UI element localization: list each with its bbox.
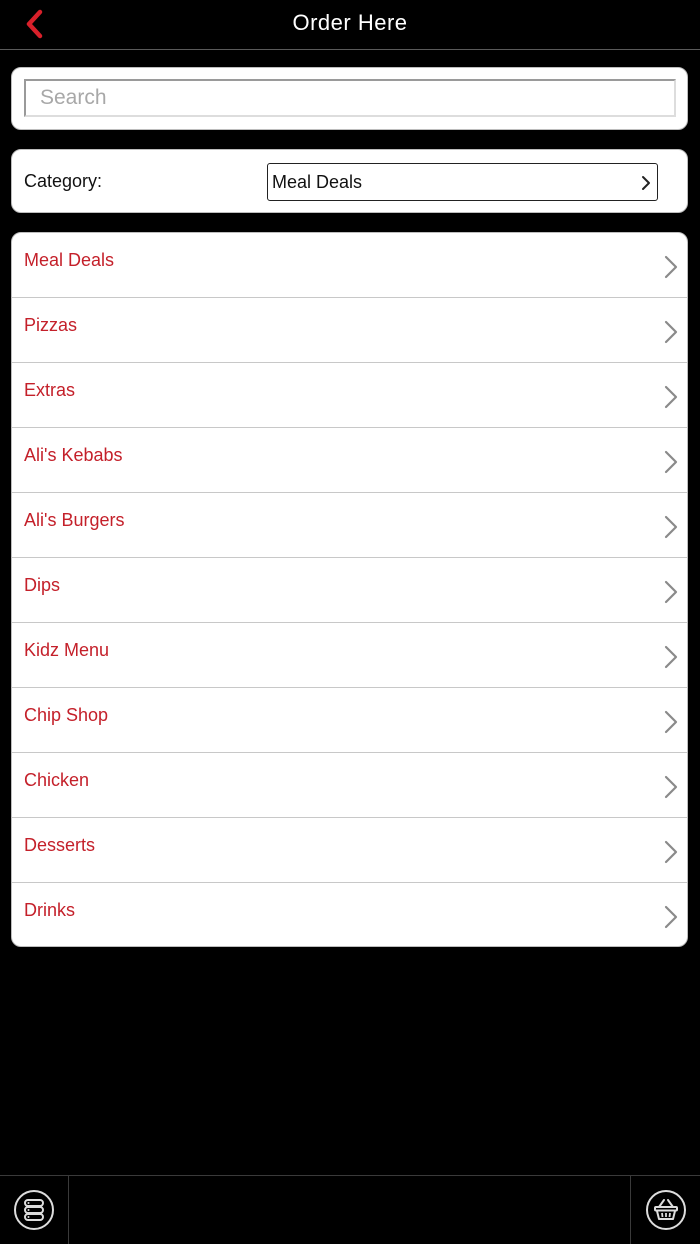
- list-item[interactable]: Meal Deals: [12, 233, 687, 298]
- page-title: Order Here: [292, 10, 408, 35]
- chevron-right-icon: [664, 775, 678, 799]
- basket-button[interactable]: [630, 1176, 700, 1244]
- list-item-label: Dips: [24, 575, 61, 595]
- search-input[interactable]: [24, 79, 676, 117]
- list-item[interactable]: Chicken: [12, 753, 687, 818]
- list-item-label: Kidz Menu: [24, 640, 110, 660]
- chevron-right-icon: [664, 580, 678, 604]
- list-item[interactable]: Pizzas: [12, 298, 687, 363]
- list-item[interactable]: Kidz Menu: [12, 623, 687, 688]
- basket-icon: [645, 1190, 686, 1230]
- category-select[interactable]: Meal Deals: [267, 163, 658, 201]
- chevron-right-icon: [664, 645, 678, 669]
- list-item[interactable]: Extras: [12, 363, 687, 428]
- chevron-right-icon: [664, 320, 678, 344]
- list-item[interactable]: Drinks: [12, 883, 687, 946]
- list-item-label: Pizzas: [24, 315, 78, 335]
- chevron-right-icon: [664, 515, 678, 539]
- chevron-right-icon: [664, 385, 678, 409]
- header-bar: Order Here: [0, 0, 700, 50]
- list-item-label: Meal Deals: [24, 250, 115, 270]
- list-item-label: Drinks: [24, 900, 76, 920]
- category-label: Category:: [24, 171, 103, 191]
- list-item-label: Ali's Burgers: [24, 510, 125, 530]
- menu-button[interactable]: [0, 1176, 69, 1244]
- list-item[interactable]: Ali's Kebabs: [12, 428, 687, 493]
- menu-category-list: Meal Deals Pizzas Extras Ali's Kebabs Ali's …: [11, 232, 688, 947]
- list-item[interactable]: Ali's Burgers: [12, 493, 687, 558]
- chevron-right-icon: [664, 905, 678, 929]
- list-item[interactable]: Dips: [12, 558, 687, 623]
- chevron-right-icon: [664, 710, 678, 734]
- chevron-right-icon: [642, 176, 650, 190]
- list-item-label: Desserts: [24, 835, 96, 855]
- menu-list-icon: [14, 1190, 54, 1230]
- list-item[interactable]: Chip Shop: [12, 688, 687, 753]
- app-screen: Order Here Category: Meal Deals Meal Dea…: [0, 0, 700, 1244]
- chevron-right-icon: [664, 255, 678, 279]
- list-item-label: Ali's Kebabs: [24, 445, 123, 465]
- list-item-label: Extras: [24, 380, 76, 400]
- category-card: Category: Meal Deals: [11, 149, 688, 213]
- list-item[interactable]: Desserts: [12, 818, 687, 883]
- category-selected-value: Meal Deals: [272, 171, 363, 192]
- bottom-toolbar: [0, 1175, 700, 1244]
- search-card: [11, 67, 688, 130]
- chevron-right-icon: [664, 840, 678, 864]
- list-item-label: Chip Shop: [24, 705, 109, 725]
- list-item-label: Chicken: [24, 770, 90, 790]
- chevron-right-icon: [664, 450, 678, 474]
